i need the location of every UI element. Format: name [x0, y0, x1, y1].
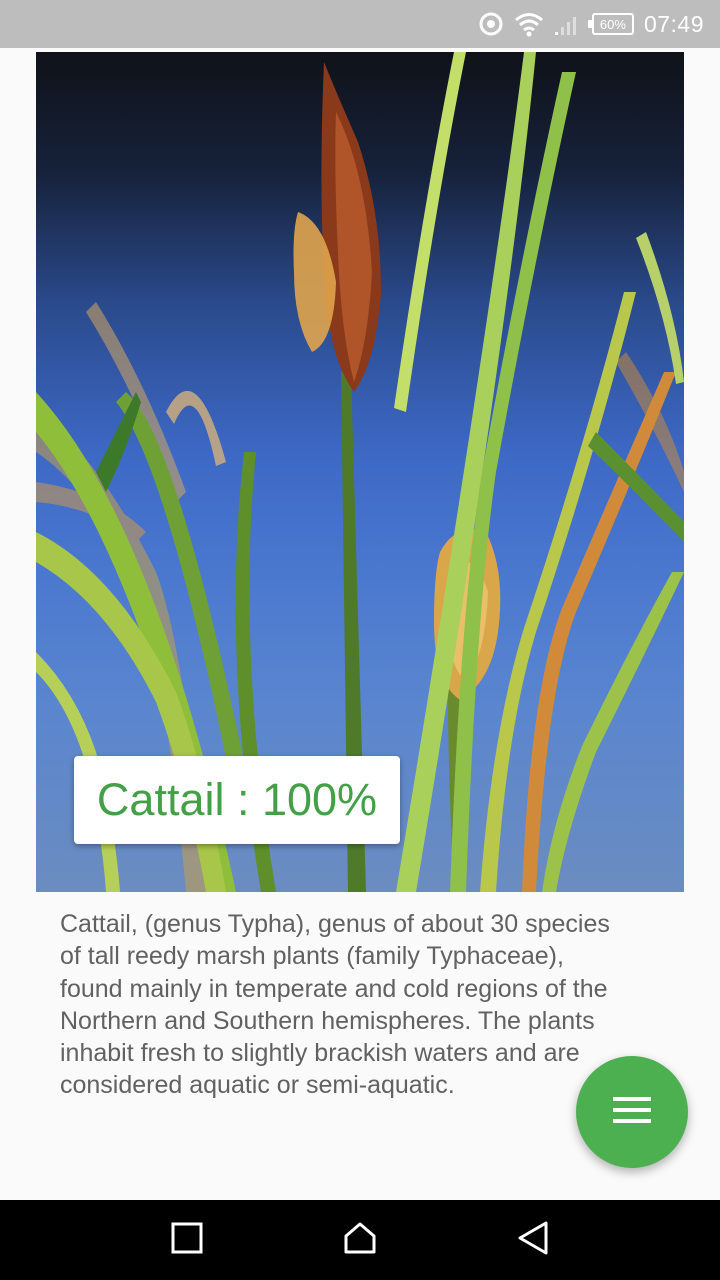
prediction-label: Cattail : 100% — [74, 756, 400, 844]
home-button[interactable] — [330, 1210, 390, 1270]
back-triangle-icon — [517, 1220, 549, 1261]
menu-icon — [613, 1096, 651, 1128]
navigation-bar — [0, 1200, 720, 1280]
menu-fab-button[interactable] — [576, 1056, 688, 1168]
wifi-icon — [514, 11, 544, 37]
square-icon — [171, 1222, 203, 1259]
status-clock: 07:49 — [643, 10, 704, 37]
back-button[interactable] — [503, 1210, 563, 1270]
plant-description: Cattail, (genus Typha), genus of about 3… — [60, 910, 610, 1100]
home-icon — [343, 1221, 377, 1260]
cell-signal-icon — [554, 12, 582, 36]
data-saver-icon — [478, 11, 504, 37]
battery-indicator: 60% — [587, 13, 634, 35]
status-bar: 60% 07:49 — [0, 0, 720, 48]
recents-button[interactable] — [157, 1210, 217, 1270]
